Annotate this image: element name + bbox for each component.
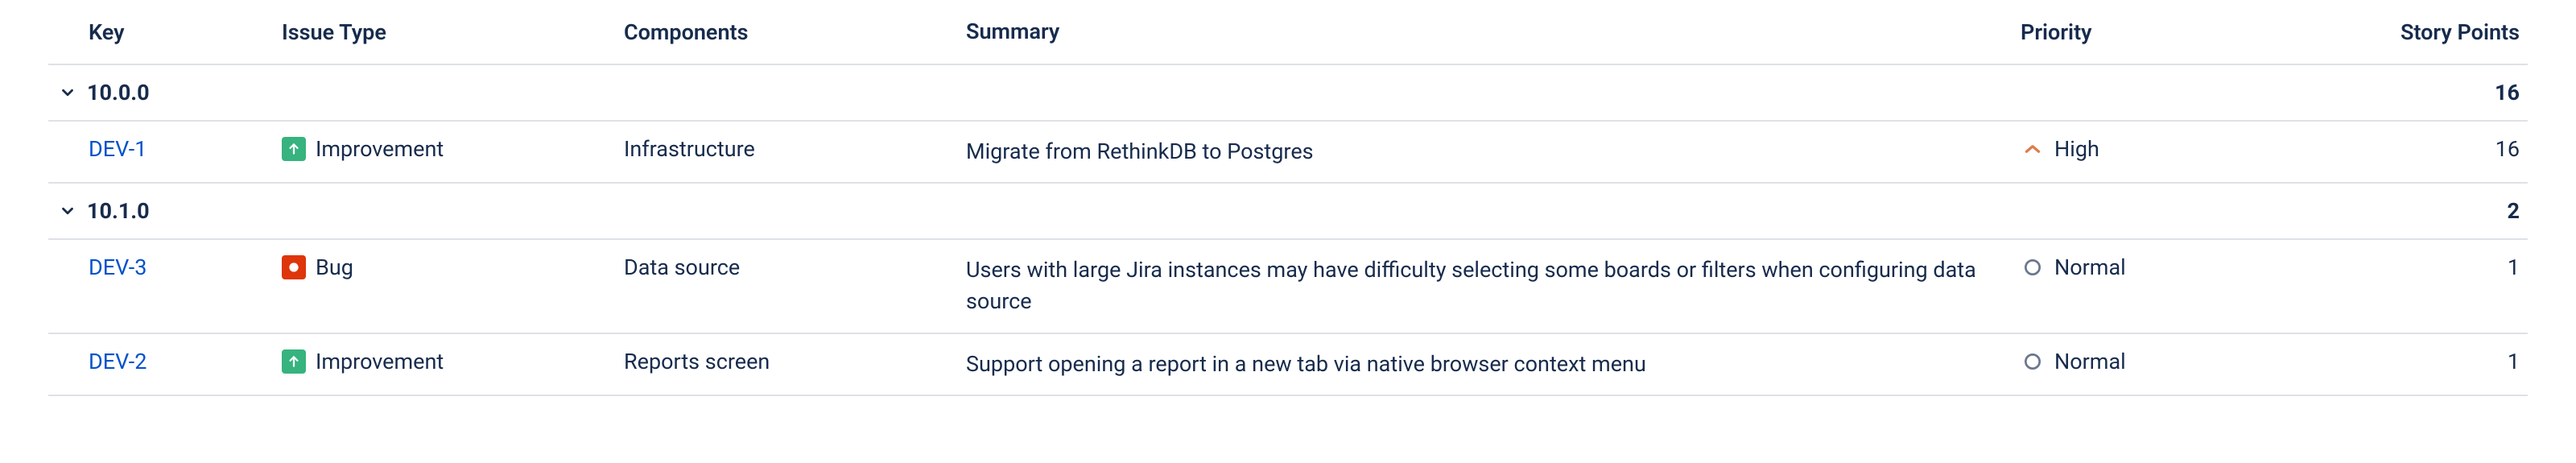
issue-type-label: Improvement <box>316 136 444 162</box>
issue-table: Key Issue Type Components Summary Priori… <box>48 0 2528 396</box>
group-story-points: 2 <box>2343 198 2528 224</box>
priority-label: High <box>2054 136 2099 162</box>
issue-type-label: Bug <box>316 254 353 280</box>
chevron-down-icon[interactable] <box>56 81 79 104</box>
summary-cell: Migrate from RethinkDB to Postgres <box>966 136 2021 167</box>
story-points-cell: 16 <box>2343 136 2528 162</box>
bug-icon <box>282 255 306 279</box>
issue-type-label: Improvement <box>316 349 444 374</box>
group-version: 10.0.0 <box>87 80 150 105</box>
priority-normal-icon <box>2021 255 2045 279</box>
header-components[interactable]: Components <box>624 19 966 45</box>
components-cell: Infrastructure <box>624 136 966 162</box>
table-row: DEV-2 Improvement Reports screen Support… <box>48 334 2528 396</box>
components-cell: Data source <box>624 254 966 280</box>
chevron-down-icon[interactable] <box>56 200 79 222</box>
story-points-cell: 1 <box>2343 349 2528 374</box>
header-summary[interactable]: Summary <box>966 16 2021 48</box>
table-row: DEV-1 Improvement Infrastructure Migrate… <box>48 122 2528 184</box>
improvement-icon <box>282 349 306 374</box>
issue-key-link[interactable]: DEV-2 <box>89 349 147 374</box>
issue-key-link[interactable]: DEV-1 <box>89 136 147 162</box>
table-header-row: Key Issue Type Components Summary Priori… <box>48 0 2528 65</box>
table-row: DEV-3 Bug Data source Users with large J… <box>48 240 2528 333</box>
summary-cell: Support opening a report in a new tab vi… <box>966 349 2021 380</box>
header-key[interactable]: Key <box>48 19 282 45</box>
improvement-icon <box>282 137 306 161</box>
priority-high-icon <box>2021 137 2045 161</box>
story-points-cell: 1 <box>2343 254 2528 280</box>
priority-label: Normal <box>2054 349 2126 374</box>
priority-normal-icon <box>2021 349 2045 374</box>
summary-cell: Users with large Jira instances may have… <box>966 254 2021 317</box>
header-issue-type[interactable]: Issue Type <box>282 19 624 45</box>
group-version: 10.1.0 <box>87 198 150 224</box>
issue-key-link[interactable]: DEV-3 <box>89 254 147 280</box>
priority-label: Normal <box>2054 254 2126 280</box>
group-story-points: 16 <box>2343 80 2528 105</box>
components-cell: Reports screen <box>624 349 966 374</box>
group-row[interactable]: 10.1.0 2 <box>48 184 2528 240</box>
header-story-points[interactable]: Story Points <box>2343 19 2528 45</box>
header-priority[interactable]: Priority <box>2021 19 2343 45</box>
group-row[interactable]: 10.0.0 16 <box>48 65 2528 122</box>
